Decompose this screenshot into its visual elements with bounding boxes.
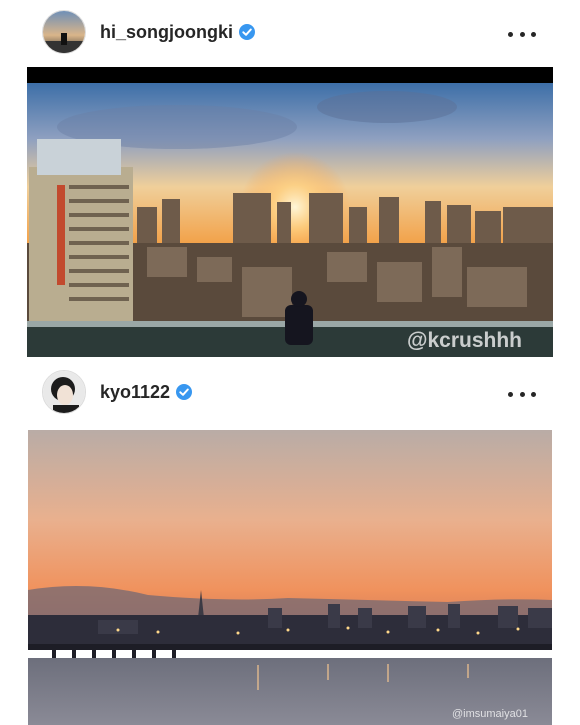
avatar-image	[43, 371, 85, 413]
post-photo-1[interactable]: @kcrushhh	[27, 67, 553, 357]
avatar[interactable]	[42, 10, 86, 54]
avatar[interactable]	[42, 370, 86, 414]
post-photo-2[interactable]: @imsumaiya01	[28, 430, 552, 725]
dot-icon	[531, 31, 536, 37]
more-options-button[interactable]	[508, 384, 536, 404]
post-header-2: kyo1122	[0, 364, 580, 420]
verified-badge-icon	[239, 24, 255, 40]
verified-badge-icon	[176, 384, 193, 400]
dot-icon	[508, 391, 513, 397]
username-text[interactable]: hi_songjoongki	[100, 22, 233, 42]
city-sunset-image	[27, 67, 553, 357]
username[interactable]: kyo1122	[100, 381, 193, 403]
more-options-button[interactable]	[508, 24, 536, 44]
avatar-image	[43, 11, 85, 53]
photo-watermark: @imsumaiya01	[452, 708, 528, 720]
river-dusk-image	[28, 430, 552, 725]
dot-icon	[519, 391, 525, 397]
username[interactable]: hi_songjoongki	[100, 21, 255, 43]
post-header-1: hi_songjoongki	[0, 4, 580, 60]
dot-icon	[531, 391, 536, 397]
dot-icon	[508, 31, 513, 37]
photo-watermark: @kcrushhh	[407, 329, 522, 352]
dot-icon	[519, 31, 525, 37]
username-text[interactable]: kyo1122	[100, 382, 170, 402]
